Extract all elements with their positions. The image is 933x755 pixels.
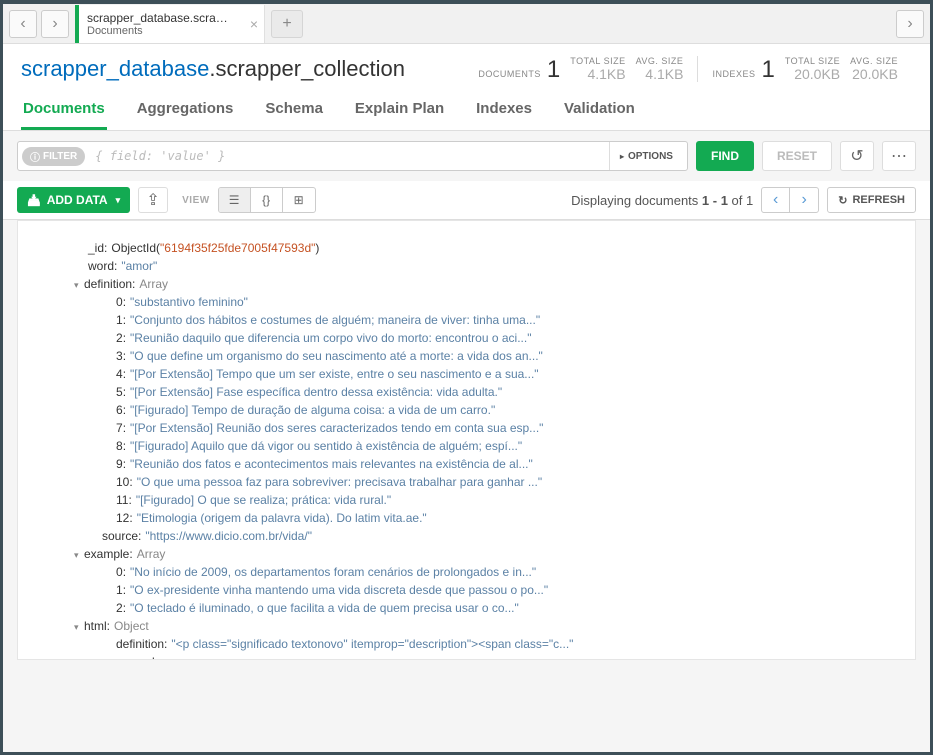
tab-title: scrapper_database.scra… [87, 11, 254, 25]
array-item[interactable]: 8:"[Figurado] Aquilo que dá vigor ou sen… [88, 437, 897, 455]
filter-bar: FILTER { field: 'value' } ▸OPTIONS FIND … [3, 131, 930, 181]
indexes-count: 1 [761, 58, 774, 82]
documents-label: DOCUMENTS [478, 69, 541, 79]
import-icon[interactable]: ⇪ [138, 187, 168, 213]
documents-count: 1 [547, 58, 560, 82]
tab-indexes[interactable]: Indexes [474, 90, 534, 130]
array-item[interactable]: 2:"O teclado é iluminado, o que facilita… [88, 599, 897, 617]
page-next-icon[interactable]: › [790, 188, 818, 212]
document-viewer[interactable]: _id:ObjectId("6194f35f25fde7005f47593d")… [17, 220, 916, 660]
document-count: Displaying documents 1 - 1 of 1 [571, 193, 753, 208]
chevron-down-icon[interactable]: ▾ [74, 279, 84, 293]
history-icon[interactable]: ↺ [840, 141, 874, 171]
array-item[interactable]: 12:"Etimologia (origem da palavra vida).… [88, 509, 897, 527]
field-html-definition[interactable]: definition:"<p class="significado texton… [88, 635, 897, 653]
documents-toolbar: ADD DATA ⇪ VIEW ☰ {} ⊞ Displaying docume… [3, 181, 930, 220]
view-json-icon[interactable]: {} [251, 188, 283, 212]
more-icon[interactable]: ⋯ [882, 141, 916, 171]
view-list-icon[interactable]: ☰ [219, 188, 251, 212]
filter-input[interactable]: FILTER { field: 'value' } ▸OPTIONS [17, 141, 688, 171]
array-item[interactable]: 7:"[Por Extensão] Reunião dos seres cara… [88, 419, 897, 437]
tab-schema[interactable]: Schema [263, 90, 325, 130]
array-item[interactable]: 1:"Conjunto dos hábitos e costumes de al… [88, 311, 897, 329]
documents-total-size: 4.1KB [587, 66, 625, 82]
view-toggle: ☰ {} ⊞ [218, 187, 316, 213]
nav-forward-button[interactable]: › [41, 10, 69, 38]
collection-name: .scrapper_collection [209, 56, 405, 81]
add-data-button[interactable]: ADD DATA [17, 187, 130, 213]
array-item[interactable]: 5:"[Por Extensão] Fase específica dentro… [88, 383, 897, 401]
tab-subtitle: Documents [87, 25, 254, 37]
database-name[interactable]: scrapper_database [21, 56, 209, 81]
collection-header: scrapper_database.scrapper_collection DO… [3, 44, 930, 90]
indexes-avg-size: 20.0KB [852, 66, 898, 82]
collection-tab[interactable]: scrapper_database.scra… Documents × [75, 5, 265, 43]
filter-placeholder: { field: 'value' } [85, 149, 609, 163]
window-tabs: ‹ › scrapper_database.scra… Documents × … [3, 4, 930, 44]
array-item[interactable]: 3:"O que define um organismo do seu nasc… [88, 347, 897, 365]
chevron-down-icon[interactable]: ▾ [74, 549, 84, 563]
documents-avg-size: 4.1KB [645, 66, 683, 82]
field-id[interactable]: _id:ObjectId("6194f35f25fde7005f47593d") [88, 239, 897, 257]
array-item[interactable]: 2:"Reunião daquilo que diferencia um cor… [88, 329, 897, 347]
tab-explain-plan[interactable]: Explain Plan [353, 90, 446, 130]
page-prev-icon[interactable]: ‹ [762, 188, 790, 212]
tab-validation[interactable]: Validation [562, 90, 637, 130]
tab-aggregations[interactable]: Aggregations [135, 90, 236, 130]
field-html[interactable]: ▾html:Object [88, 617, 897, 635]
field-example[interactable]: ▾example:Array [88, 545, 897, 563]
nav-end-button[interactable]: › [896, 10, 924, 38]
chevron-down-icon[interactable]: ▾ [74, 621, 84, 635]
array-item[interactable]: 11:"[Figurado] O que se realiza; prática… [88, 491, 897, 509]
pagination: ‹ › [761, 187, 819, 213]
array-item[interactable]: 10:"O que uma pessoa faz para sobreviver… [88, 473, 897, 491]
reset-button[interactable]: RESET [762, 141, 832, 171]
new-tab-button[interactable]: + [271, 10, 303, 38]
refresh-button[interactable]: ↻REFRESH [827, 187, 916, 213]
field-html-example-key[interactable]: example: [88, 653, 897, 660]
view-label: VIEW [182, 195, 210, 206]
field-word[interactable]: word:"amor" [88, 257, 897, 275]
array-item[interactable]: 4:"[Por Extensão] Tempo que um ser exist… [88, 365, 897, 383]
refresh-icon: ↻ [838, 194, 847, 207]
close-icon[interactable]: × [250, 16, 258, 32]
options-button[interactable]: ▸OPTIONS [609, 142, 683, 170]
tab-documents[interactable]: Documents [21, 90, 107, 130]
array-item[interactable]: 9:"Reunião dos fatos e acontecimentos ma… [88, 455, 897, 473]
array-item[interactable]: 6:"[Figurado] Tempo de duração de alguma… [88, 401, 897, 419]
field-source[interactable]: source:"https://www.dicio.com.br/vida/" [88, 527, 897, 545]
array-item[interactable]: 0:"No início de 2009, os departamentos f… [88, 563, 897, 581]
find-button[interactable]: FIND [696, 141, 754, 171]
array-item[interactable]: 0:"substantivo feminino" [88, 293, 897, 311]
namespace: scrapper_database.scrapper_collection [21, 56, 405, 82]
filter-badge: FILTER [22, 147, 85, 166]
section-tabs: Documents Aggregations Schema Explain Pl… [3, 90, 930, 131]
array-item[interactable]: 1:"O ex-presidente vinha mantendo uma vi… [88, 581, 897, 599]
view-table-icon[interactable]: ⊞ [283, 188, 315, 212]
indexes-total-size: 20.0KB [794, 66, 840, 82]
nav-back-button[interactable]: ‹ [9, 10, 37, 38]
indexes-label: INDEXES [712, 69, 755, 79]
field-definition[interactable]: ▾definition:Array [88, 275, 897, 293]
